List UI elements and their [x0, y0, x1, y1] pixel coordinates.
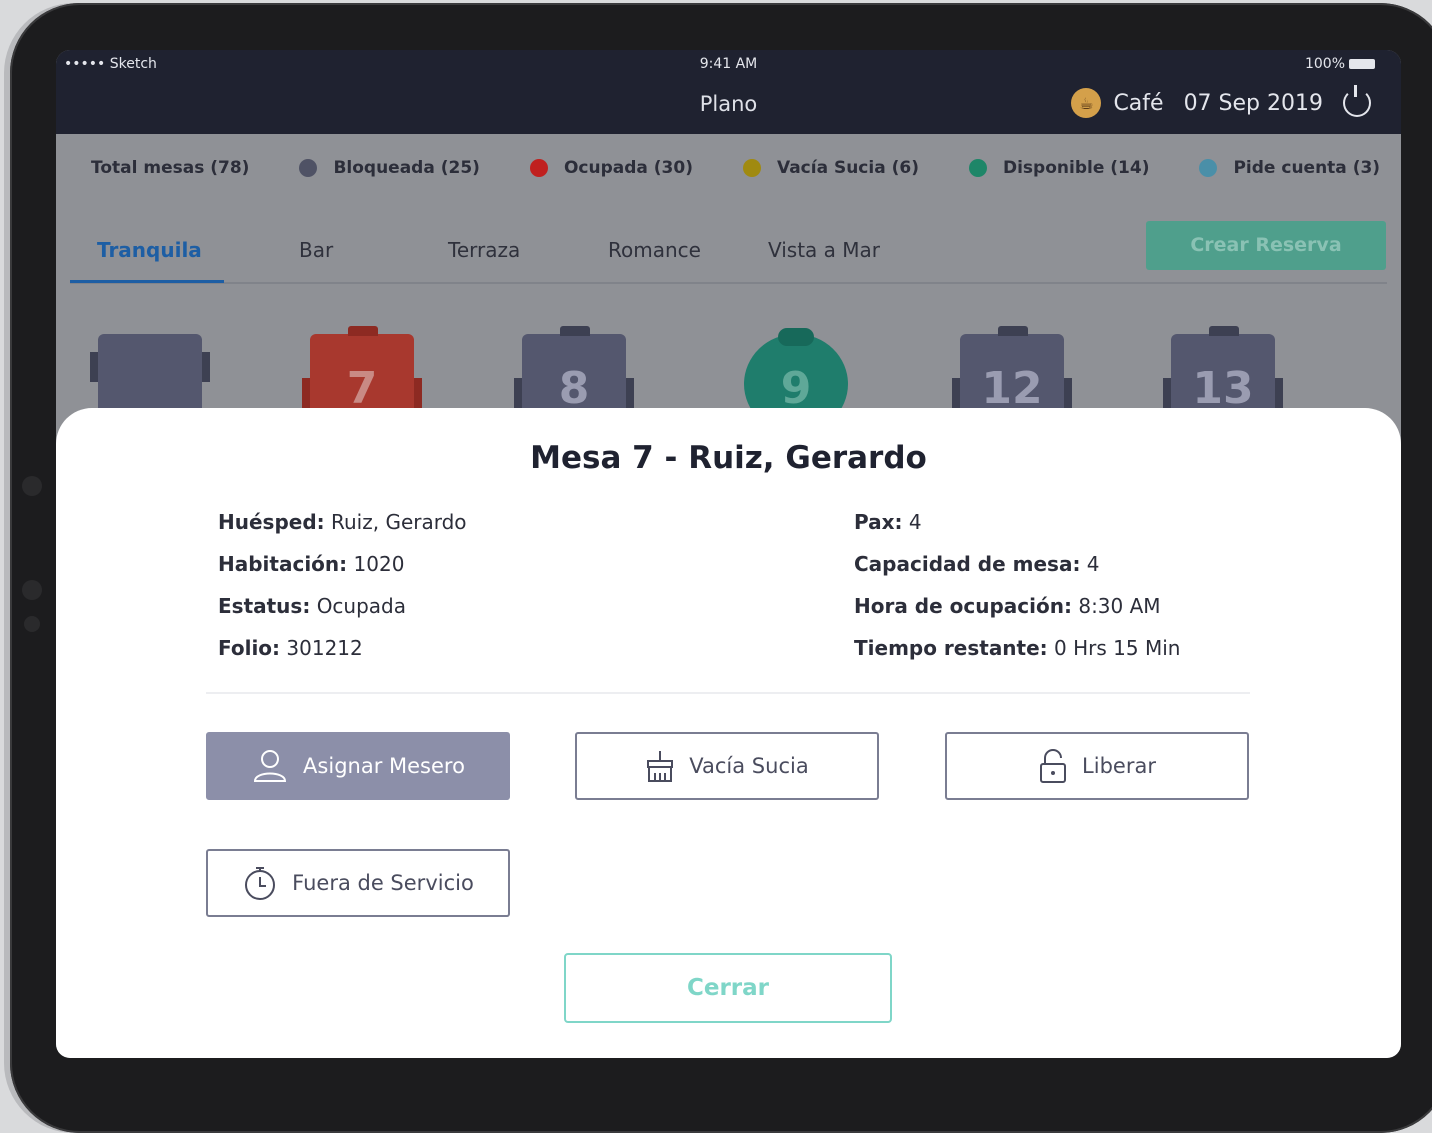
asignar-mesero-button[interactable]: Asignar Mesero: [206, 732, 510, 800]
info-row: Habitación: 1020: [218, 552, 405, 576]
tab-terraza[interactable]: Terraza: [448, 238, 520, 262]
status-dot: [968, 159, 987, 177]
battery-status: 100%: [1305, 56, 1375, 72]
info-row: Tiempo restante: 0 Hrs 15 Min: [854, 636, 1181, 660]
status-legend: Total mesas (78) Bloqueada (25) Ocupada …: [91, 158, 1380, 178]
cerrar-button[interactable]: Cerrar: [564, 953, 892, 1023]
legend-item-vacia-sucia: Vacía Sucia (6): [742, 158, 919, 178]
info-row: Capacidad de mesa: 4: [854, 552, 1100, 576]
status-dot: [742, 159, 761, 177]
divider: [206, 692, 1250, 694]
modal-title: Mesa 7 - Ruiz, Gerardo: [530, 440, 927, 476]
status-dot: [529, 159, 548, 177]
tab-vista-a-mar[interactable]: Vista a Mar: [768, 238, 880, 262]
venue-name[interactable]: Café: [1113, 91, 1163, 116]
current-date: 07 Sep 2019: [1183, 90, 1323, 116]
table-info: Pax: 4 Capacidad de mesa: 4 Hora de ocup…: [854, 501, 1180, 669]
side-button: [22, 476, 42, 496]
info-row: Estatus: Ocupada: [218, 594, 407, 618]
legend-item-bloqueada: Bloqueada (25): [299, 158, 480, 178]
info-row: Pax: 4: [854, 510, 922, 534]
legend-item-total: Total mesas (78): [91, 158, 250, 178]
legend-item-disponible: Disponible (14): [968, 158, 1149, 178]
side-button: [24, 616, 40, 632]
legend-item-pide-cuenta: Pide cuenta (3): [1199, 158, 1380, 178]
fuera-de-servicio-button[interactable]: Fuera de Servicio: [206, 849, 510, 917]
power-icon[interactable]: [1343, 85, 1371, 117]
legend-item-ocupada: Ocupada (30): [529, 158, 693, 178]
coffee-icon: ☕: [1071, 88, 1102, 118]
user-icon: [254, 750, 287, 782]
table-detail-modal: Mesa 7 - Ruiz, Gerardo Huésped: Ruiz, Ge…: [56, 408, 1401, 1058]
active-tab-indicator: [70, 280, 224, 283]
liberar-button[interactable]: Liberar: [945, 732, 1249, 800]
broom-icon: [647, 751, 674, 782]
unlock-icon: [1040, 749, 1067, 783]
status-dot: [1199, 159, 1218, 177]
status-dot: [299, 159, 318, 177]
battery-icon: [1349, 59, 1375, 69]
tab-romance[interactable]: Romance: [608, 238, 701, 262]
guest-info: Huésped: Ruiz, Gerardo Habitación: 1020 …: [218, 501, 467, 669]
tab-tranquila[interactable]: Tranquila: [97, 238, 202, 262]
stopwatch-icon: [245, 867, 276, 900]
info-row: Folio: 301212: [218, 636, 363, 660]
vacia-sucia-button[interactable]: Vacía Sucia: [575, 732, 879, 800]
info-row: Hora de ocupación: 8:30 AM: [854, 594, 1161, 618]
info-row: Huésped: Ruiz, Gerardo: [218, 510, 467, 534]
clock: 9:41 AM: [699, 56, 758, 72]
floor-plan: 7 8 9 12 13: [56, 326, 1401, 434]
side-button: [22, 580, 42, 600]
app-screen: ••••• Sketch 9:41 AM 100% Plano ☕ Café 0…: [56, 50, 1401, 1058]
crear-reserva-button[interactable]: Crear Reserva: [1146, 221, 1386, 270]
tab-bar[interactable]: Bar: [299, 238, 333, 262]
navigation-bar: ••••• Sketch 9:41 AM 100% Plano ☕ Café 0…: [56, 50, 1401, 134]
